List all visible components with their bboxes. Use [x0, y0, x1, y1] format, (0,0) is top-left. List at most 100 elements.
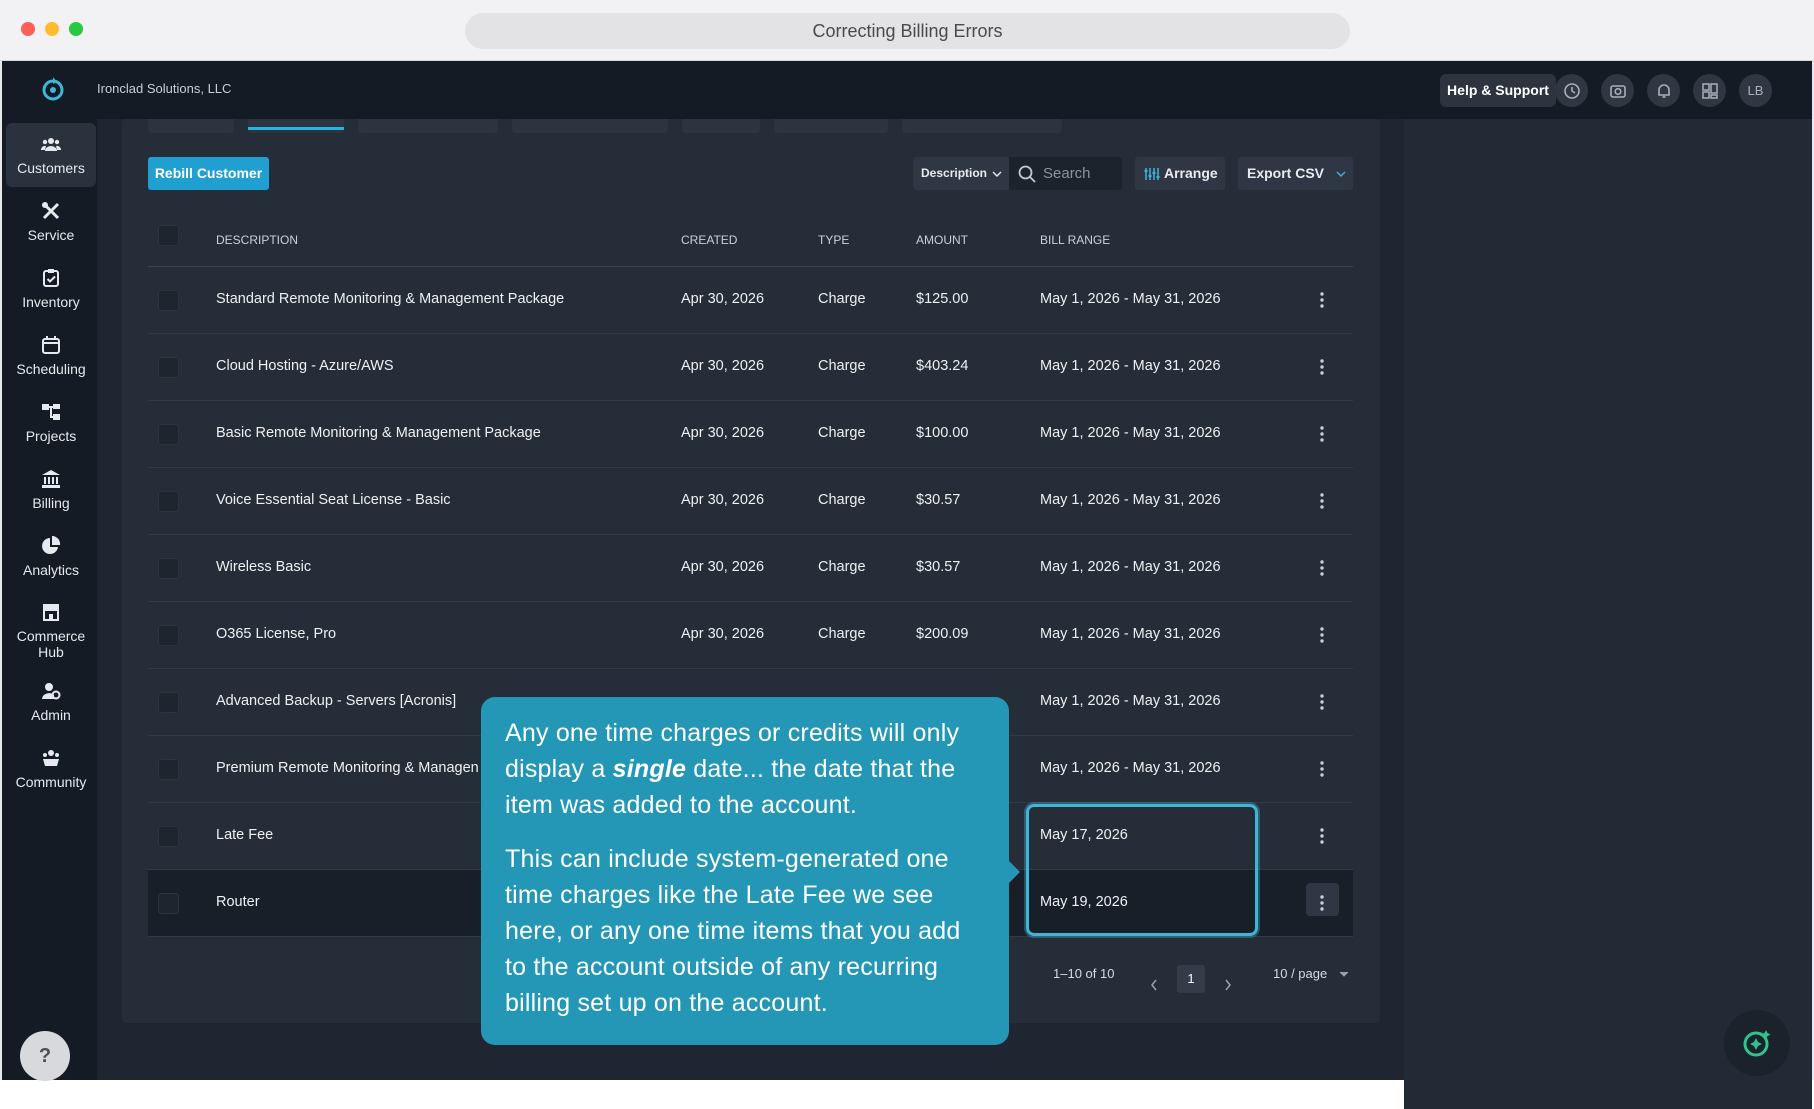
kebab-menu-icon[interactable]: [1320, 493, 1324, 509]
camera-icon[interactable]: [1601, 74, 1634, 107]
rebill-customer-button[interactable]: Rebill Customer: [148, 157, 269, 190]
export-csv-button[interactable]: Export CSV: [1238, 157, 1353, 190]
kebab-menu-icon[interactable]: [1320, 694, 1324, 710]
cell-description: Late Fee: [216, 827, 274, 843]
user-avatar[interactable]: LB: [1739, 74, 1772, 107]
column-header-description[interactable]: DESCRIPTION: [216, 233, 298, 247]
minimize-window-button[interactable]: [45, 22, 59, 36]
chevron-left-icon[interactable]: [1149, 972, 1159, 998]
sidebar-item-label: Billing: [32, 495, 70, 511]
chevron-down-icon: [1339, 971, 1349, 977]
row-checkbox[interactable]: [158, 893, 179, 914]
row-checkbox[interactable]: [158, 826, 179, 847]
row-checkbox[interactable]: [158, 759, 179, 780]
cell-created: Apr 30, 2026: [681, 425, 765, 441]
table-row[interactable]: Cloud Hosting - Azure/AWS Apr 30, 2026 Cha…: [148, 334, 1353, 401]
tooltip-paragraph-1: Any one time charges or credits will onl…: [505, 715, 985, 823]
row-checkbox[interactable]: [158, 290, 179, 311]
column-header-type[interactable]: TYPE: [818, 233, 849, 247]
sidebar-item-analytics[interactable]: Analytics: [6, 525, 96, 589]
kebab-menu-icon[interactable]: [1320, 895, 1324, 911]
pagination-range: 1–10 of 10: [1053, 966, 1115, 981]
sidebar-item-billing[interactable]: Billing: [6, 458, 96, 522]
arrange-button[interactable]: Arrange: [1135, 157, 1225, 190]
cell-type: Charge: [818, 425, 866, 441]
sidebar-item-label: Analytics: [22, 562, 80, 578]
tab[interactable]: [902, 119, 1062, 133]
window-title: Correcting Billing Errors: [465, 13, 1350, 49]
cell-created: Apr 30, 2026: [681, 492, 765, 508]
row-checkbox[interactable]: [158, 692, 179, 713]
help-support-button[interactable]: Help & Support: [1440, 74, 1556, 107]
cell-description: Basic Remote Monitoring & Management Pac…: [216, 425, 541, 441]
table-header: DESCRIPTION CREATED TYPE AMOUNT BILL RAN…: [148, 222, 1353, 267]
select-all-checkbox[interactable]: [158, 225, 179, 246]
ai-assistant-button[interactable]: [1724, 1010, 1790, 1076]
pagination-page-1[interactable]: 1: [1177, 965, 1205, 993]
app-logo-icon[interactable]: [40, 75, 66, 103]
sidebar-item-customers[interactable]: Customers: [6, 123, 96, 187]
tooltip-arrow: [1008, 860, 1020, 884]
tab[interactable]: [358, 119, 498, 133]
kebab-menu-icon[interactable]: [1320, 627, 1324, 643]
sidebar-item-service[interactable]: Service: [6, 190, 96, 254]
search-field-select[interactable]: Description: [913, 157, 1009, 190]
kebab-menu-icon[interactable]: [1320, 292, 1324, 308]
sidebar-item-community[interactable]: Community: [6, 737, 96, 801]
cell-description: Voice Essential Seat License - Basic: [216, 492, 451, 508]
page-size-value: 10 / page: [1273, 966, 1328, 981]
sidebar-item-inventory[interactable]: Inventory: [6, 257, 96, 321]
row-checkbox[interactable]: [158, 558, 179, 579]
cell-bill-range: May 1, 2026 - May 31, 2026: [1040, 626, 1221, 642]
close-window-button[interactable]: [21, 22, 35, 36]
table-row[interactable]: Standard Remote Monitoring & Management …: [148, 267, 1353, 334]
tab[interactable]: [774, 119, 888, 133]
kebab-menu-icon[interactable]: [1320, 828, 1324, 844]
cell-type: Charge: [818, 291, 866, 307]
row-checkbox[interactable]: [158, 625, 179, 646]
history-icon[interactable]: [1555, 74, 1588, 107]
sidebar-item-commerce-hub[interactable]: Commerce Hub: [6, 592, 96, 669]
arrange-label: Arrange: [1164, 165, 1218, 181]
tab[interactable]: [512, 119, 668, 133]
cell-description: Standard Remote Monitoring & Management …: [216, 291, 565, 307]
cell-bill-range: May 1, 2026 - May 31, 2026: [1040, 291, 1221, 307]
tab[interactable]: [148, 119, 234, 133]
browser-window: Correcting Billing Errors Ironclad Solut…: [0, 0, 1814, 1109]
export-csv-label: Export CSV: [1247, 165, 1325, 181]
tab-active[interactable]: [248, 119, 344, 133]
cell-bill-range: May 1, 2026 - May 31, 2026: [1040, 559, 1221, 575]
bell-icon[interactable]: [1647, 74, 1680, 107]
chevron-right-icon[interactable]: [1223, 972, 1233, 998]
table-row[interactable]: Wireless Basic Apr 30, 2026 Charge $30.57 Ma…: [148, 535, 1353, 602]
column-header-amount[interactable]: AMOUNT: [916, 233, 968, 247]
table-row[interactable]: Basic Remote Monitoring & Management Pac…: [148, 401, 1353, 468]
sidebar-item-label: Service: [27, 227, 75, 243]
tab[interactable]: [682, 119, 760, 133]
right-panel: [1404, 119, 1812, 1109]
row-checkbox[interactable]: [158, 424, 179, 445]
sidebar-item-admin[interactable]: Admin: [6, 670, 96, 734]
kebab-menu-icon[interactable]: [1320, 359, 1324, 375]
kebab-menu-icon[interactable]: [1320, 560, 1324, 576]
column-header-created[interactable]: CREATED: [681, 233, 737, 247]
column-header-bill-range[interactable]: BILL RANGE: [1040, 233, 1110, 247]
table-row[interactable]: O365 License, Pro Apr 30, 2026 Charge $200.…: [148, 602, 1353, 669]
maximize-window-button[interactable]: [69, 22, 83, 36]
kebab-menu-icon[interactable]: [1320, 426, 1324, 442]
sidebar-item-scheduling[interactable]: Scheduling: [6, 324, 96, 388]
kebab-menu-icon[interactable]: [1320, 761, 1324, 777]
search-input[interactable]: Search: [1009, 157, 1122, 190]
cell-amount: $30.57: [916, 492, 961, 508]
calendar-icon: [42, 336, 60, 354]
cell-amount: $200.09: [916, 626, 969, 642]
sidebar-item-projects[interactable]: Projects: [6, 391, 96, 455]
sidebar-item-label: Scheduling: [16, 361, 86, 377]
cell-amount: $30.57: [916, 559, 961, 575]
row-checkbox[interactable]: [158, 491, 179, 512]
dashboard-icon[interactable]: [1693, 74, 1726, 107]
page-size-select[interactable]: 10 / page: [1273, 966, 1349, 992]
row-checkbox[interactable]: [158, 357, 179, 378]
table-row[interactable]: Voice Essential Seat License - Basic Apr …: [148, 468, 1353, 535]
help-button[interactable]: ?: [20, 1031, 70, 1081]
